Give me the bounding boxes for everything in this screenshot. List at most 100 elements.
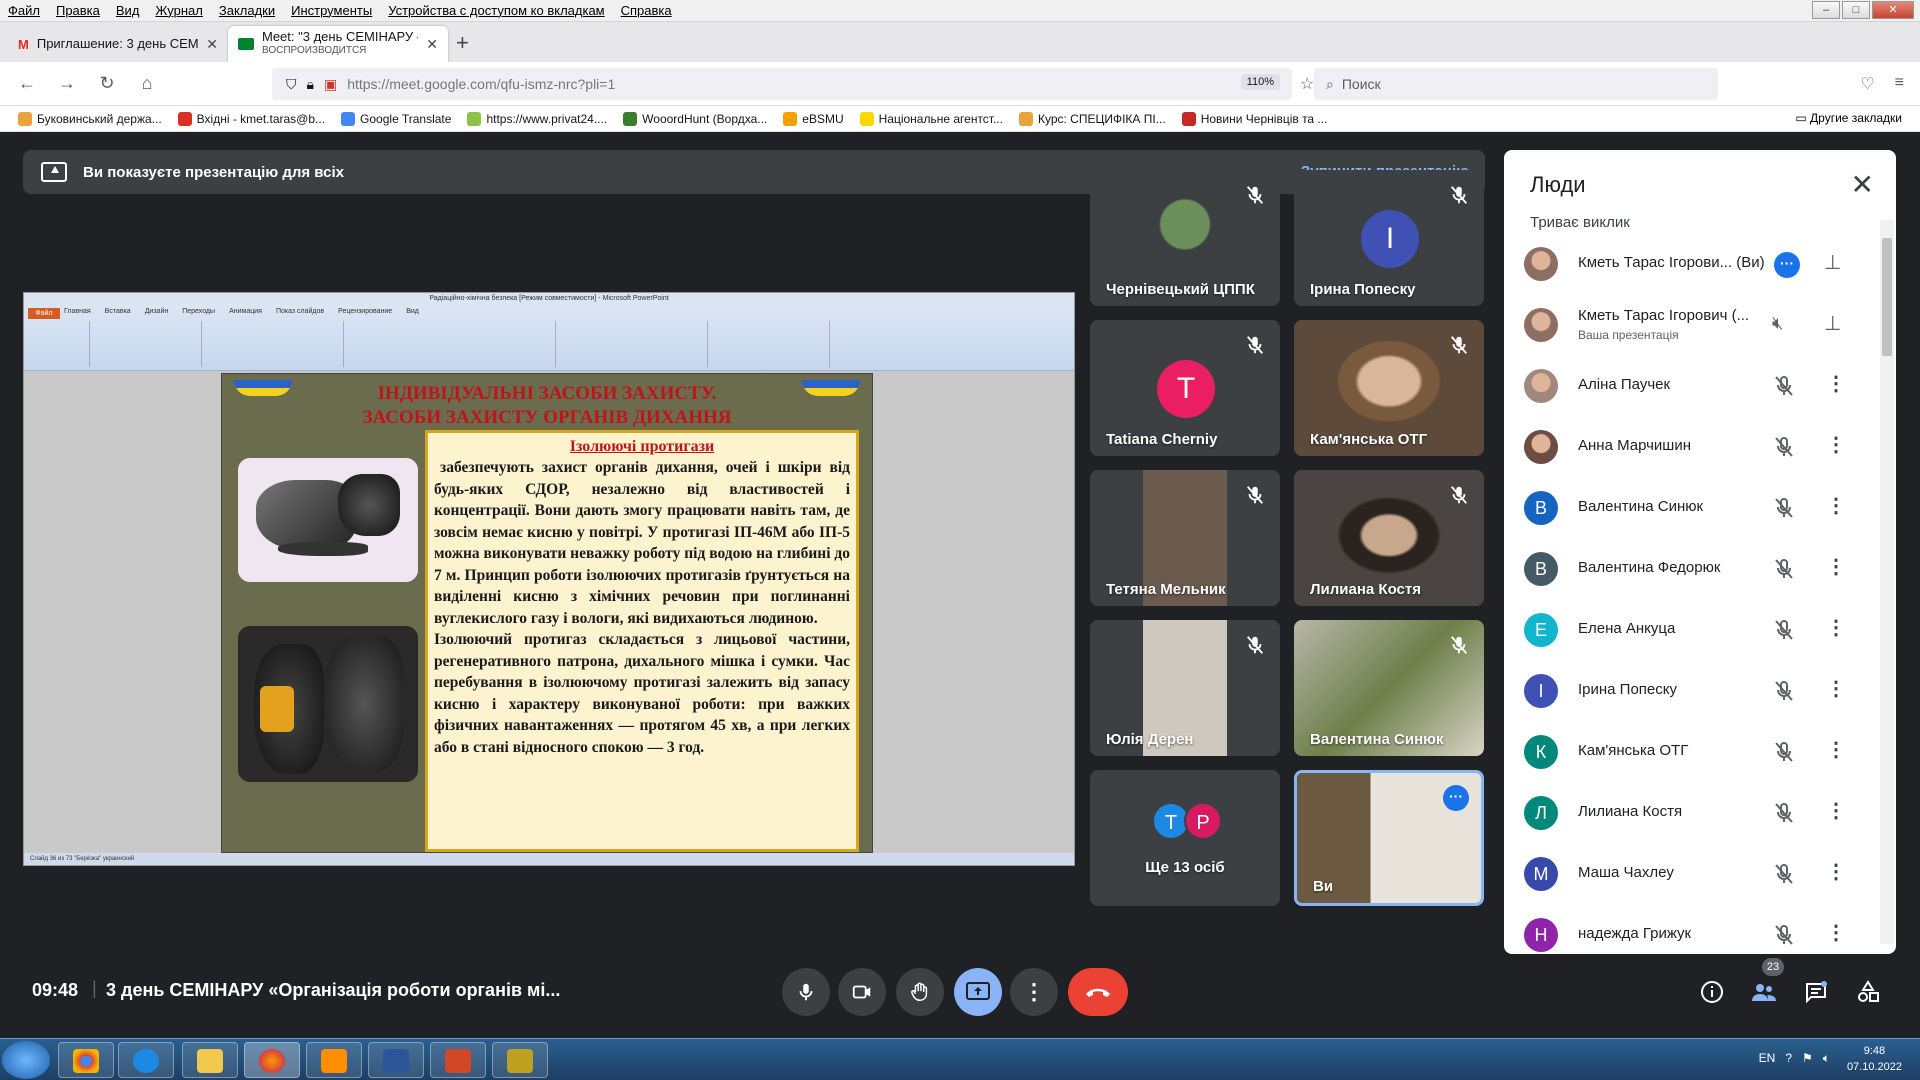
- participant-row[interactable]: Анна Марчишин ⋮: [1504, 417, 1876, 477]
- more-options-button[interactable]: ⋮: [1010, 968, 1058, 1016]
- back-icon[interactable]: ←: [16, 73, 38, 94]
- leave-call-button[interactable]: [1068, 968, 1128, 1016]
- activities-icon: [1858, 980, 1879, 1002]
- chrome-taskbar-button[interactable]: [58, 1042, 114, 1078]
- people-button[interactable]: [1750, 978, 1778, 1006]
- taskbar-clock[interactable]: 9:48 07.10.2022: [1847, 1043, 1902, 1075]
- menu-item[interactable]: Файл: [8, 3, 40, 18]
- search-input[interactable]: ⌕ Поиск: [1314, 68, 1718, 100]
- more-vert-icon[interactable]: ⋮: [1826, 433, 1846, 457]
- video-tile[interactable]: Кам'янська ОТГ: [1294, 320, 1484, 456]
- participant-row[interactable]: Л Лилиана Костя ⋮: [1504, 783, 1876, 843]
- more-vert-icon[interactable]: ⋮: [1826, 921, 1846, 945]
- powerpoint-taskbar-button[interactable]: [430, 1042, 486, 1078]
- people-scrollbar[interactable]: [1880, 220, 1894, 944]
- bookmark-star-icon[interactable]: ☆: [1300, 74, 1314, 94]
- menu-item[interactable]: Журнал: [155, 3, 202, 18]
- participant-row[interactable]: Кметь Тарас Ігорови... (Ви) ··· ⊥: [1504, 234, 1876, 294]
- menu-item[interactable]: Справка: [621, 3, 672, 18]
- zoom-indicator[interactable]: 110%: [1240, 74, 1280, 90]
- pin-off-icon[interactable]: ⊥: [1824, 311, 1841, 336]
- more-vert-icon[interactable]: ⋮: [1826, 677, 1846, 701]
- more-vert-icon[interactable]: ⋮: [1826, 799, 1846, 823]
- firefox-taskbar-button[interactable]: [244, 1042, 300, 1078]
- participant-row[interactable]: Аліна Паучек ⋮: [1504, 356, 1876, 416]
- participant-row[interactable]: М Маша Чахлеу ⋮: [1504, 844, 1876, 904]
- bookmark-item[interactable]: Google Translate: [341, 111, 451, 126]
- more-options-icon[interactable]: ···: [1443, 785, 1469, 811]
- participant-row[interactable]: E Елена Анкуца ⋮: [1504, 600, 1876, 660]
- bookmark-item[interactable]: https://www.privat24....: [467, 111, 607, 126]
- word-taskbar-button[interactable]: [368, 1042, 424, 1078]
- bookmark-item[interactable]: Буковинський держа...: [18, 111, 162, 126]
- flag-icon[interactable]: ⚑: [1802, 1051, 1813, 1066]
- start-button[interactable]: [2, 1041, 50, 1079]
- reload-icon[interactable]: ↻: [96, 73, 118, 94]
- url-bar[interactable]: ⛉ 🔒︎ ▣ https://meet.google.com/qfu-ismz-…: [272, 68, 1292, 100]
- minimize-button[interactable]: –: [1812, 1, 1840, 19]
- video-tile[interactable]: T P Ще 13 осіб: [1090, 770, 1280, 906]
- close-tab-icon[interactable]: ✕: [426, 36, 438, 53]
- home-icon[interactable]: ⌂: [136, 73, 158, 94]
- maximize-button[interactable]: □: [1842, 1, 1870, 19]
- bookmark-item[interactable]: Курс: СПЕЦИФІКА ПІ...: [1018, 111, 1166, 126]
- more-vert-icon[interactable]: ⋮: [1826, 616, 1846, 640]
- tab-gmail[interactable]: M Приглашение: 3 день СЕМІНА ✕: [8, 26, 228, 62]
- pin-icon[interactable]: ⊥: [1824, 250, 1841, 275]
- explorer-taskbar-button[interactable]: [182, 1042, 238, 1078]
- bookmark-item[interactable]: eBSMU: [783, 111, 844, 126]
- participant-row[interactable]: Кметь Тарас Ігорович (... Ваша презентаці…: [1504, 295, 1876, 355]
- bookmark-item[interactable]: Вхідні - kmet.taras@b...: [177, 111, 325, 126]
- menu-item[interactable]: Закладки: [219, 3, 275, 18]
- forward-icon[interactable]: →: [56, 73, 78, 94]
- present-button[interactable]: [954, 968, 1002, 1016]
- raise-hand-button[interactable]: [896, 968, 944, 1016]
- other-bookmarks[interactable]: ▭ Другие закладки: [1795, 111, 1902, 125]
- video-tile[interactable]: ··· Ви: [1294, 770, 1484, 906]
- menu-icon[interactable]: ≡: [1895, 74, 1904, 94]
- help-icon[interactable]: ?: [1785, 1051, 1792, 1066]
- menu-item[interactable]: Правка: [56, 3, 100, 18]
- participant-row[interactable]: Ннадежда Грижук ⋮: [1504, 905, 1876, 954]
- bookmark-item[interactable]: WooordHunt (Вордха...: [623, 111, 767, 126]
- menu-item[interactable]: Инструменты: [291, 3, 372, 18]
- pocket-icon[interactable]: ♡: [1860, 74, 1874, 94]
- more-vert-icon[interactable]: ⋮: [1826, 738, 1846, 762]
- camera-button[interactable]: [838, 968, 886, 1016]
- close-panel-icon[interactable]: ✕: [1851, 168, 1874, 201]
- video-tile[interactable]: Валентина Синюк: [1294, 620, 1484, 756]
- chat-button[interactable]: [1802, 978, 1830, 1006]
- volume-icon[interactable]: 🔈︎: [1823, 1051, 1830, 1066]
- more-vert-icon[interactable]: ⋮: [1826, 372, 1846, 396]
- media-taskbar-button[interactable]: [306, 1042, 362, 1078]
- participant-row[interactable]: B Валентина Федорюк ⋮: [1504, 539, 1876, 599]
- ie-taskbar-button[interactable]: [118, 1042, 174, 1078]
- video-tile[interactable]: Юлія Дерен: [1090, 620, 1280, 756]
- more-options-icon[interactable]: ···: [1774, 252, 1800, 278]
- video-tile[interactable]: Тетяна Мельник: [1090, 470, 1280, 606]
- menu-item[interactable]: Устройства с доступом ко вкладкам: [388, 3, 604, 18]
- menu-item[interactable]: Вид: [116, 3, 140, 18]
- video-tile[interactable]: Чернівецький ЦППК: [1090, 170, 1280, 306]
- tab-meet[interactable]: Meet: "3 день СЕМІНАРУ «ОргВОСПРОИЗВОДИТ…: [228, 26, 448, 62]
- language-indicator[interactable]: EN: [1759, 1051, 1776, 1066]
- more-vert-icon[interactable]: ⋮: [1826, 860, 1846, 884]
- video-tile[interactable]: Лилиана Костя: [1294, 470, 1484, 606]
- video-taskbar-button[interactable]: [492, 1042, 548, 1078]
- new-tab-button[interactable]: +: [456, 30, 469, 56]
- bookmark-item[interactable]: Національне агентст...: [859, 111, 1003, 126]
- participant-row[interactable]: І Ірина Попеску ⋮: [1504, 661, 1876, 721]
- more-vert-icon[interactable]: ⋮: [1826, 555, 1846, 579]
- more-vert-icon[interactable]: ⋮: [1826, 494, 1846, 518]
- video-tile[interactable]: T Tatiana Cherniy: [1090, 320, 1280, 456]
- participant-row[interactable]: B Валентина Синюк ⋮: [1504, 478, 1876, 538]
- participant-row[interactable]: К Кам'янська ОТГ ⋮: [1504, 722, 1876, 782]
- video-tile[interactable]: І Ірина Попеску: [1294, 170, 1484, 306]
- close-tab-icon[interactable]: ✕: [206, 36, 218, 53]
- bookmark-item[interactable]: Новини Чернівців та ...: [1181, 111, 1327, 126]
- mic-off-icon: [1448, 634, 1470, 656]
- mic-button[interactable]: [782, 968, 830, 1016]
- activities-button[interactable]: [1854, 978, 1882, 1006]
- close-window-button[interactable]: ✕: [1872, 1, 1914, 19]
- meeting-details-button[interactable]: [1698, 978, 1726, 1006]
